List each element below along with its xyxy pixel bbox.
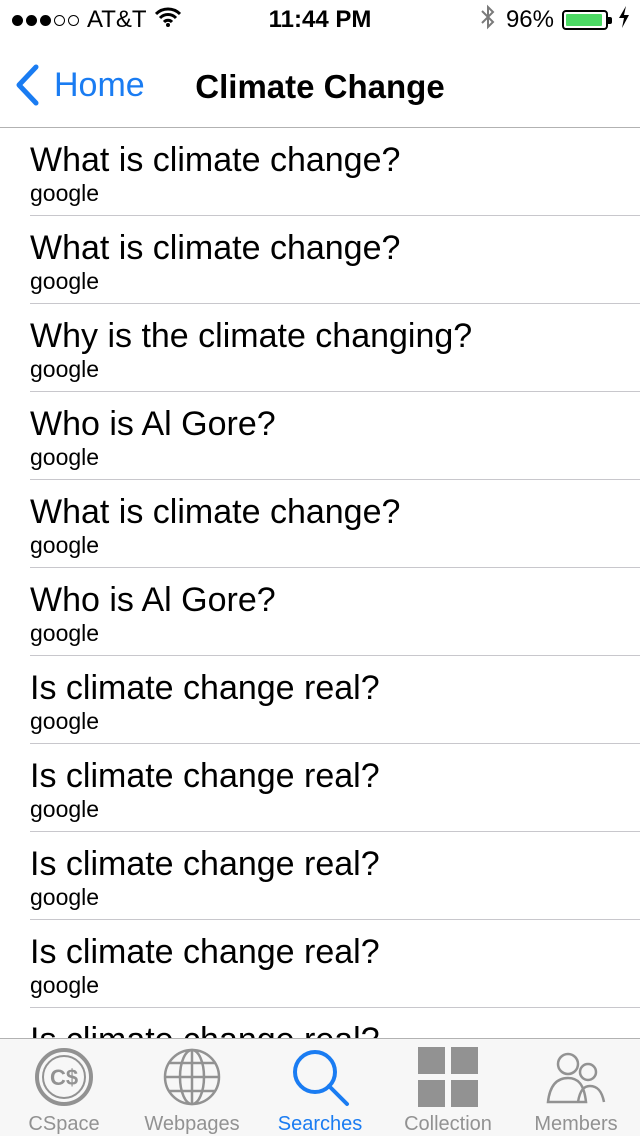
navigation-bar: Home Climate Change (0, 40, 640, 128)
search-list: What is climate change? google What is cli… (0, 128, 640, 1038)
list-item[interactable]: Is climate change real?google (0, 832, 640, 920)
battery-icon (562, 10, 612, 30)
list-item[interactable]: Is climate change real?google (0, 1008, 640, 1038)
list-item-subtitle: google (30, 972, 100, 998)
tab-label: Members (534, 1113, 618, 1135)
globe-icon (159, 1045, 225, 1109)
tab-searches[interactable]: Searches (256, 1039, 384, 1136)
tab-bar: C$ CSpace Webpages Searches Collection Member… (0, 1038, 640, 1136)
list-item[interactable]: What is climate change? google (0, 480, 640, 568)
list-item-subtitle: google (30, 268, 100, 294)
list-item-title: Is climate change real? (30, 1008, 640, 1038)
tab-webpages[interactable]: Webpages (128, 1039, 256, 1136)
list-item-subtitle: google (30, 180, 100, 206)
list-item-title: Why is the climate changing? (30, 317, 473, 355)
list-item[interactable]: Why is the climate changing? google (0, 304, 640, 392)
tab-label: Searches (277, 1113, 363, 1135)
list-item-subtitle: google (30, 444, 100, 470)
list-item[interactable]: Who is Al Gore? google (0, 568, 640, 656)
tab-cspace[interactable]: C$ CSpace (0, 1039, 128, 1136)
grid-icon (415, 1045, 481, 1109)
list-item-subtitle: google (30, 532, 100, 558)
list-item-title: What is climate change? (30, 141, 401, 179)
tab-members[interactable]: Members (512, 1039, 640, 1136)
list-item[interactable]: Is climate change real?google (0, 744, 640, 832)
battery-fill (566, 14, 603, 26)
tab-label: Webpages (144, 1113, 240, 1135)
status-right: 96% (480, 4, 630, 37)
list-item[interactable]: Who is Al Gore? google (0, 392, 640, 480)
cspace-logo-icon: C$ (31, 1045, 97, 1109)
list-item-title: Is climate change real? (30, 757, 380, 795)
status-bar: AT&T 11:44 PM 96% (0, 0, 640, 40)
list-item[interactable]: What is climate change? google (0, 216, 640, 304)
search-icon (287, 1045, 353, 1109)
list-item-title: Is climate change real? (30, 933, 380, 971)
list-item-subtitle: google (30, 796, 100, 822)
tab-collection[interactable]: Collection (384, 1039, 512, 1136)
list-item-title: What is climate change? (30, 229, 401, 267)
list-item[interactable]: Is climate change real?google (0, 920, 640, 1008)
page-title: Climate Change (195, 68, 445, 105)
members-icon (543, 1045, 609, 1109)
list-item-title: Who is Al Gore? (30, 405, 276, 443)
tab-label: Collection (404, 1113, 492, 1135)
list-item-title: What is climate change? (30, 493, 401, 531)
list-item-title: Is climate change real? (30, 669, 380, 707)
battery-tip (608, 17, 612, 24)
list-item[interactable]: What is climate change? google (0, 128, 640, 216)
list-item-title: Who is Al Gore? (30, 581, 276, 619)
svg-text:C$: C$ (50, 1065, 78, 1090)
bluetooth-icon (480, 4, 496, 37)
list-item-title: Is climate change real? (30, 845, 380, 883)
list-item[interactable]: Is climate change real?google (0, 656, 640, 744)
charging-bolt-icon (618, 5, 630, 35)
tab-label: CSpace (28, 1113, 100, 1135)
list-item-subtitle: google (30, 356, 100, 382)
list-item-subtitle: google (30, 884, 100, 910)
list-item-subtitle: google (30, 708, 100, 734)
list-item-subtitle: google (30, 620, 100, 646)
battery-percent: 96% (505, 6, 554, 33)
